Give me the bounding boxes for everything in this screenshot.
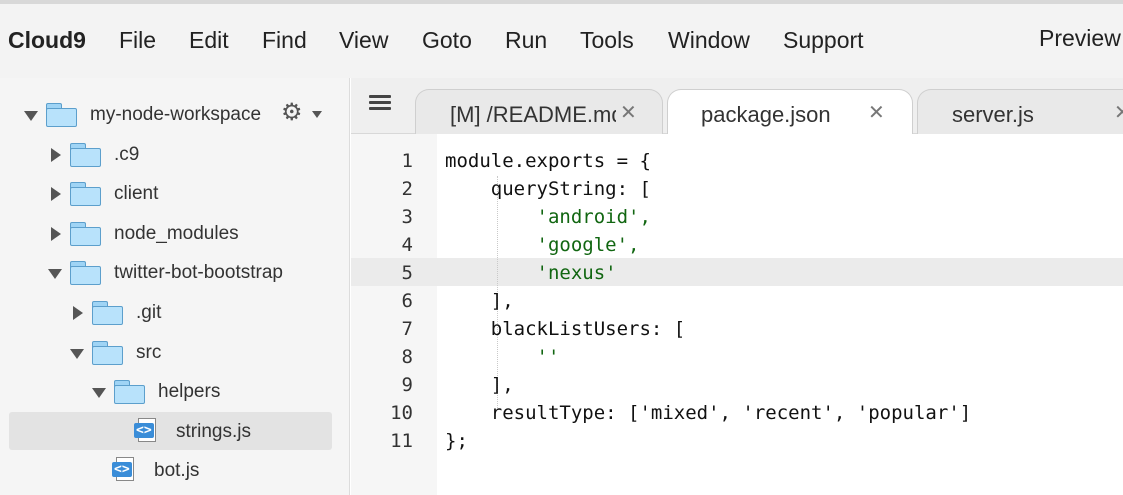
code-line: '' (445, 346, 560, 368)
menu-support[interactable]: Support (783, 27, 864, 54)
code-line: resultType: ['mixed', 'recent', 'popular… (445, 402, 972, 424)
folder-icon (70, 143, 102, 167)
folder-icon (92, 301, 124, 325)
chevron-down-icon[interactable] (46, 264, 64, 282)
code-line: blackListUsers: [ (445, 318, 686, 340)
tree-item-src[interactable]: src (68, 337, 161, 369)
tree-item-label: bot.js (154, 460, 200, 481)
folder-icon (70, 261, 102, 285)
code-editor[interactable]: 1 2 3 4 5 6 7 8 9 10 11 module.exports =… (351, 134, 1123, 495)
tree-item-label: .git (136, 302, 162, 323)
caret-down-icon[interactable] (312, 111, 322, 118)
tree-item-helpers[interactable]: helpers (90, 376, 220, 408)
menu-run[interactable]: Run (505, 27, 547, 54)
tree-item-label: .c9 (114, 144, 140, 165)
close-icon[interactable]: ✕ (868, 100, 885, 125)
line-number: 1 (401, 150, 413, 172)
menu-file[interactable]: File (119, 27, 156, 54)
line-number: 6 (401, 290, 413, 312)
menu-edit[interactable]: Edit (189, 27, 229, 54)
tabs-menu-icon[interactable] (369, 95, 391, 113)
folder-icon (114, 380, 146, 404)
tab-label: [M] /README.md (450, 102, 616, 127)
line-number: 11 (390, 430, 413, 452)
tree-item-label: src (136, 342, 162, 363)
tree-item-git[interactable]: .git (68, 297, 161, 329)
folder-icon (92, 341, 124, 365)
tree-item-label: client (114, 183, 159, 204)
tab-package-json[interactable]: package.json ✕ (667, 89, 913, 134)
tree-item-label: helpers (158, 381, 221, 402)
folder-icon (70, 222, 102, 246)
menu-tools[interactable]: Tools (580, 27, 634, 54)
line-number: 4 (401, 234, 413, 256)
code-line: ], (445, 374, 514, 396)
code-line: ], (445, 290, 514, 312)
menu-window[interactable]: Window (668, 27, 750, 54)
code-line: }; (445, 430, 468, 452)
code-line: 'android', (445, 206, 651, 228)
close-icon[interactable]: ✕ (1114, 100, 1123, 125)
brand-logo[interactable]: Cloud9 (8, 27, 86, 54)
line-number: 9 (401, 374, 413, 396)
chevron-down-icon[interactable] (22, 106, 40, 124)
line-number: 2 (401, 178, 413, 200)
tree-item-label: twitter-bot-bootstrap (114, 262, 283, 283)
chevron-right-icon[interactable] (46, 146, 64, 164)
line-number: 7 (401, 318, 413, 340)
js-file-icon (112, 457, 136, 485)
tree-item-client[interactable]: client (46, 178, 158, 210)
chevron-right-icon[interactable] (46, 185, 64, 203)
tree-item-label: node_modules (114, 223, 239, 244)
tree-item-bot-js[interactable]: bot.js (112, 455, 199, 487)
tree-item-workspace[interactable]: my-node-workspace (22, 99, 261, 131)
code-line: module.exports = { (445, 150, 651, 172)
tree-item-strings-js[interactable]: strings.js (134, 416, 251, 448)
tree-item-node-modules[interactable]: node_modules (46, 218, 239, 250)
menu-goto[interactable]: Goto (422, 27, 472, 54)
folder-icon (70, 182, 102, 206)
line-number: 10 (390, 402, 413, 424)
tree-item-twitter-bot-bootstrap[interactable]: twitter-bot-bootstrap (46, 257, 283, 289)
line-number: 3 (401, 206, 413, 228)
tree-item-c9[interactable]: .c9 (46, 139, 139, 171)
code-line: 'google', (445, 234, 640, 256)
chevron-right-icon[interactable] (46, 225, 64, 243)
chevron-down-icon[interactable] (90, 383, 108, 401)
preview-button[interactable]: Preview (1039, 25, 1121, 52)
tree-item-label: my-node-workspace (90, 104, 262, 125)
js-file-icon (134, 418, 158, 446)
code-line: 'nexus' (445, 262, 617, 284)
line-number: 8 (401, 346, 413, 368)
tab-readme[interactable]: [M] /README.md ✕ (415, 89, 663, 134)
close-icon[interactable]: ✕ (620, 100, 637, 125)
tab-label: server.js (952, 102, 1034, 127)
menu-view[interactable]: View (339, 27, 388, 54)
file-tree-panel: my-node-workspace ⚙ .c9 client node_modu… (0, 78, 350, 495)
folder-icon (46, 103, 78, 127)
gear-icon[interactable]: ⚙ (281, 101, 303, 125)
chevron-down-icon[interactable] (68, 344, 86, 362)
editor-tab-bar: [M] /README.md ✕ package.json ✕ server.j… (351, 78, 1123, 134)
chevron-right-icon[interactable] (68, 304, 86, 322)
menu-find[interactable]: Find (262, 27, 307, 54)
tab-label: package.json (701, 102, 831, 127)
code-line: queryString: [ (445, 178, 651, 200)
line-number: 5 (401, 262, 413, 284)
menu-bar: Cloud9 File Edit Find View Goto Run Tool… (0, 0, 1123, 78)
tree-item-label: strings.js (176, 421, 251, 442)
tab-server-js[interactable]: server.js ✕ (917, 89, 1123, 134)
